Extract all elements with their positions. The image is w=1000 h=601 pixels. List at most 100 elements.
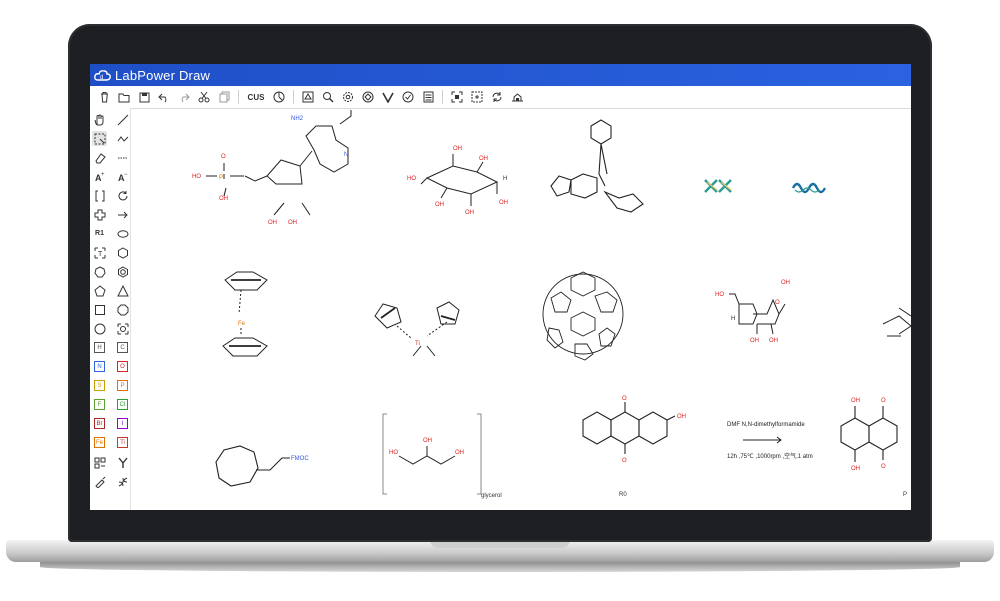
drawing-canvas[interactable]: NH2 N HO P O OH OH OH HO OH OH OH OH OH … — [131, 108, 911, 510]
element-n-button[interactable]: N — [92, 359, 107, 374]
text-tool-icon[interactable]: T — [92, 245, 107, 260]
inositol-oh3-label: OH — [499, 200, 508, 206]
anthraquinone-o2-label: O — [622, 458, 627, 464]
element-c-button[interactable]: C — [115, 340, 130, 355]
undo-icon[interactable] — [157, 90, 171, 104]
molecules-layer: NH2 N HO P O OH OH OH HO OH OH OH OH OH … — [192, 110, 911, 499]
product-structure[interactable] — [840, 406, 898, 462]
arrow-icon[interactable] — [115, 207, 130, 222]
ribose-ho-label: HO — [715, 292, 724, 298]
title-bar: d LabPower Draw — [90, 64, 911, 86]
atp-oh3-label: OH — [288, 220, 297, 226]
check-icon[interactable] — [401, 90, 415, 104]
triptycene-structure[interactable] — [550, 119, 644, 213]
fmoc-label: FMOC — [291, 456, 309, 462]
eraser-icon[interactable] — [92, 150, 107, 165]
element-br-button[interactable]: Br — [92, 416, 107, 431]
element-ti-button[interactable]: Ti — [115, 435, 130, 450]
cyclooctane-icon[interactable] — [115, 302, 130, 317]
cycloheptyl-fmoc-structure[interactable] — [215, 445, 290, 487]
rotate-icon[interactable] — [490, 90, 504, 104]
clean2d-icon[interactable] — [361, 90, 375, 104]
inositol-oh5-label: OH — [435, 202, 444, 208]
ferrocene-structure[interactable] — [222, 271, 268, 357]
clean-structure-icon[interactable] — [301, 90, 315, 104]
single-bond-icon[interactable] — [115, 112, 130, 127]
anthraquinone-structure[interactable] — [582, 402, 676, 454]
partial-bicyclic-structure[interactable] — [882, 307, 911, 337]
element-i-button[interactable]: I — [115, 416, 130, 431]
copy-icon[interactable] — [217, 90, 231, 104]
bracket-icon[interactable] — [92, 188, 107, 203]
glycerol-caption: glycerol — [481, 493, 502, 499]
element-s-button[interactable]: S — [92, 378, 107, 393]
ribose-oh1-label: OH — [781, 280, 790, 286]
element-fe-button[interactable]: Fe — [92, 435, 107, 450]
atp-nh2-label: NH2 — [291, 116, 304, 122]
titanocene-ti-label: Ti — [415, 341, 420, 347]
anthraquinone-caption: R0 — [619, 492, 627, 498]
anthraquinone-oh-label: OH — [677, 414, 686, 420]
protein-helix-icon[interactable] — [791, 182, 827, 194]
product-o2-label: O — [881, 464, 886, 470]
benzene-icon[interactable] — [115, 264, 130, 279]
product-oh2-label: OH — [851, 466, 860, 472]
r-group-label-tool[interactable]: R1 — [92, 226, 107, 241]
ribose-h-label: H — [731, 316, 735, 322]
select-all-icon[interactable] — [470, 90, 484, 104]
save-icon[interactable] — [137, 90, 151, 104]
open-icon[interactable] — [117, 90, 131, 104]
titanocene-structure[interactable] — [374, 301, 460, 357]
inositol-oh4-label: OH — [465, 210, 474, 216]
hand-pan-icon[interactable] — [92, 112, 107, 127]
element-o-button[interactable]: O — [115, 359, 130, 374]
chiral-icon[interactable] — [381, 90, 395, 104]
tool-palette: A + A − R1 T H C N O S P F Cl Br I Fe Ti — [90, 108, 131, 510]
cyclohexane-icon[interactable] — [115, 245, 130, 260]
cycloheptane-icon[interactable] — [92, 264, 107, 279]
analyze-icon[interactable] — [272, 90, 286, 104]
charge-plus-icon[interactable]: A + — [92, 169, 107, 184]
inositol-oh1-label: OH — [453, 146, 462, 152]
atp-o-label: O — [221, 154, 226, 160]
amino-acid-icon[interactable] — [92, 455, 107, 470]
ellipse-icon[interactable] — [115, 226, 130, 241]
rotate-tool-icon[interactable] — [115, 188, 130, 203]
periodic-table-icon[interactable] — [115, 321, 130, 336]
element-f-button[interactable]: F — [92, 397, 107, 412]
ribose-oh2-label: OH — [750, 338, 759, 344]
redo-icon[interactable] — [177, 90, 191, 104]
dna-double-helix-icon[interactable] — [704, 179, 732, 193]
circle-ring-icon[interactable] — [92, 321, 107, 336]
chain-icon[interactable] — [115, 131, 130, 146]
cus-template-button[interactable]: CUS — [246, 90, 266, 104]
cyclobutane-icon[interactable] — [92, 302, 107, 317]
pipette-icon[interactable] — [92, 474, 107, 489]
dashed-bond-icon[interactable] — [115, 150, 130, 165]
calculator-icon[interactable] — [421, 90, 435, 104]
rect-select-icon[interactable] — [92, 131, 107, 146]
dna-icon[interactable] — [115, 474, 130, 489]
clear-icon[interactable] — [97, 90, 111, 104]
cyclopropane-icon[interactable] — [115, 283, 130, 298]
product-o1-label: O — [881, 398, 886, 404]
fullerene-structure[interactable] — [542, 271, 624, 361]
plus-icon[interactable] — [92, 207, 107, 222]
element-h-button[interactable]: H — [92, 340, 107, 355]
element-cl-button[interactable]: Cl — [115, 397, 130, 412]
r-group-label: R1 — [95, 230, 104, 237]
fit-to-screen-icon[interactable] — [450, 90, 464, 104]
export-image-icon[interactable] — [510, 90, 524, 104]
cyclopentane-icon[interactable] — [92, 283, 107, 298]
atp-oh-label: OH — [219, 196, 228, 202]
main-toolbar: CUS — [90, 86, 911, 109]
cloud-logo-icon: d — [94, 70, 111, 81]
element-p-button[interactable]: P — [115, 378, 130, 393]
antibody-icon[interactable] — [115, 455, 130, 470]
settings-icon[interactable] — [341, 90, 355, 104]
search-structure-icon[interactable] — [321, 90, 335, 104]
reaction-arrow[interactable] — [743, 436, 782, 444]
svg-text:d: d — [100, 75, 103, 81]
charge-minus-icon[interactable]: A − — [115, 169, 130, 184]
cut-icon[interactable] — [197, 90, 211, 104]
